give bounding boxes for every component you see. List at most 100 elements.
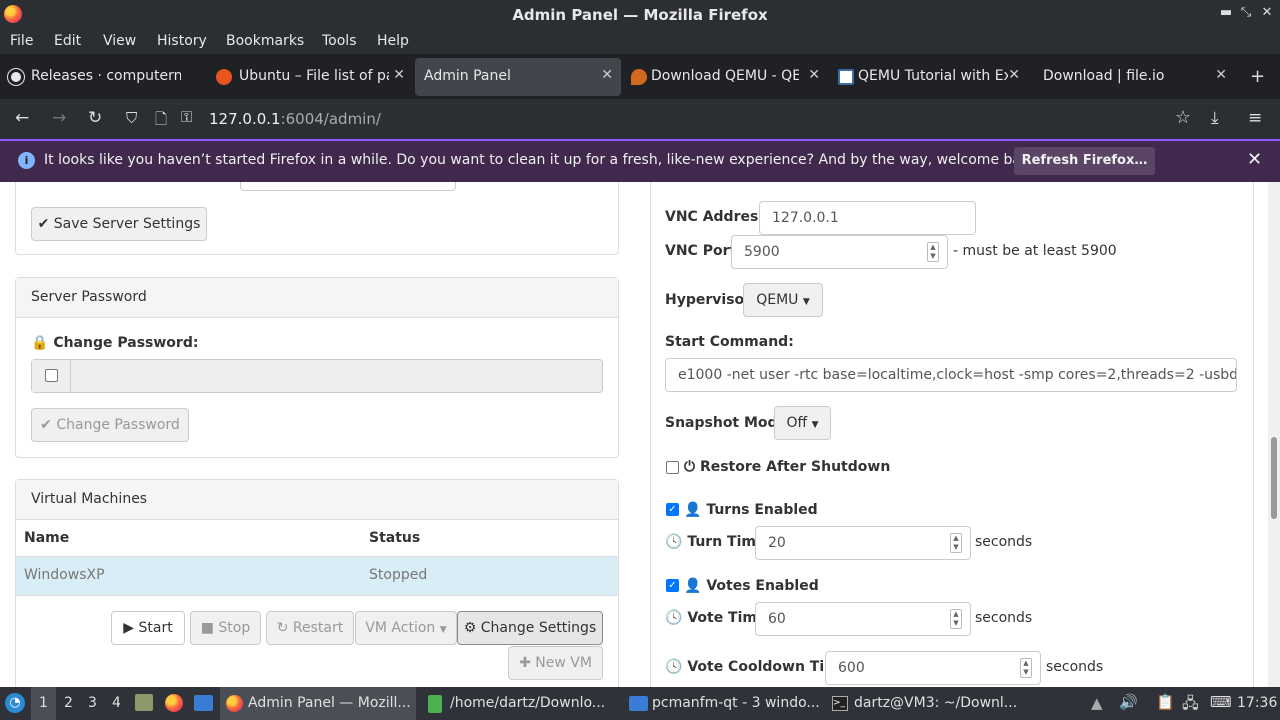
votes-enabled-checkbox[interactable]: ✓ [666, 579, 679, 592]
close-notification-icon[interactable]: ✕ [1247, 149, 1262, 170]
server-password-panel: Server Password 🔒 Change Password: ✔ Cha… [15, 277, 619, 458]
menu-edit[interactable]: Edit [54, 33, 81, 49]
minimize-icon[interactable]: ▬ [1218, 5, 1234, 23]
close-tab-icon[interactable]: ✕ [1215, 67, 1227, 83]
hypervisor-dropdown[interactable]: QEMU ▼ [743, 283, 823, 317]
vote-time-unit: seconds [975, 610, 1033, 626]
tray-up-icon[interactable]: ▲ [1091, 694, 1103, 712]
turns-enabled-checkbox[interactable]: ✓ [666, 503, 679, 516]
tab-qemu-tutorial[interactable]: QEMU Tutorial with Exa ✕ [830, 58, 1028, 96]
bookmark-star-icon[interactable]: ☆ [1175, 107, 1191, 128]
menu-file[interactable]: File [10, 33, 33, 49]
close-window-icon[interactable]: ✕ [1259, 5, 1275, 23]
workspace-2[interactable]: 2 [64, 695, 73, 711]
close-tab-icon[interactable]: ✕ [808, 67, 820, 83]
taskbar-item-terminal-folder[interactable]: /home/dartz/Downlo... [422, 687, 618, 720]
tab-releases[interactable]: Releases · computernewb/c [0, 58, 206, 96]
turn-time-unit: seconds [975, 534, 1033, 550]
page-info-icon[interactable]: 🗋 [155, 109, 167, 134]
restore-after-shutdown-label: ⏻ Restore After Shutdown [684, 459, 891, 475]
spinner-icon[interactable]: ▲ ▼ [950, 609, 962, 629]
vote-cooldown-input[interactable]: 600 ▲ ▼ [825, 651, 1041, 685]
tab-ubuntu[interactable]: Ubuntu – File list of pac ✕ [208, 58, 413, 96]
user-icon: 👤 [684, 502, 702, 518]
tab-fileio[interactable]: Download | file.io ✕ [1030, 58, 1235, 96]
vnc-address-label: VNC Address: [665, 209, 773, 225]
window-title: Admin Panel — Mozilla Firefox [512, 6, 768, 24]
show-password-checkbox[interactable] [45, 369, 58, 382]
show-desktop-icon[interactable] [135, 694, 153, 711]
volume-icon[interactable]: 🔊 [1119, 693, 1138, 711]
close-tab-icon[interactable]: ✕ [601, 67, 613, 83]
info-icon: i [18, 152, 35, 169]
vote-time-input[interactable]: 60 ▲ ▼ [755, 602, 971, 636]
restore-after-shutdown-checkbox[interactable] [666, 461, 679, 474]
save-server-settings-button[interactable]: ✔ Save Server Settings [31, 207, 207, 241]
menu-view[interactable]: View [103, 33, 136, 49]
file-manager-launcher-icon[interactable] [194, 695, 213, 711]
terminal-icon: >_ [832, 696, 848, 711]
stop-icon: ■ [200, 620, 214, 636]
restore-icon[interactable]: ⤡ [1238, 5, 1254, 23]
new-vm-button[interactable]: ✚ New VM [508, 646, 603, 680]
snapshot-mode-dropdown[interactable]: Off ▼ [774, 406, 831, 440]
change-password-button[interactable]: ✔ Change Password [31, 408, 189, 442]
tab-qemu-download[interactable]: Download QEMU - QEMU ✕ [623, 58, 828, 96]
clock[interactable]: 17:36 [1237, 695, 1277, 711]
keyboard-icon[interactable]: ⌨ [1210, 693, 1232, 711]
start-button[interactable]: ▶ Start [111, 611, 185, 645]
refresh-firefox-button[interactable]: Refresh Firefox… [1014, 147, 1155, 175]
menu-bookmarks[interactable]: Bookmarks [226, 33, 304, 49]
spinner-icon[interactable]: ▲ ▼ [927, 242, 939, 262]
page-scrollbar[interactable] [1268, 182, 1280, 687]
workspace-4[interactable]: 4 [112, 695, 121, 711]
forward-icon[interactable]: → [52, 108, 66, 128]
votes-enabled-label: 👤 Votes Enabled [684, 578, 819, 594]
menu-tools[interactable]: Tools [322, 33, 357, 49]
url-bar[interactable]: ⛉ 🗋 ⚿ 127.0.0.1:6004/admin/ ☆ [118, 103, 1200, 135]
new-tab-icon[interactable]: + [1250, 66, 1265, 87]
close-tab-icon[interactable]: ✕ [1008, 67, 1020, 83]
workspace-1[interactable]: 1 [31, 687, 56, 720]
server-settings-panel: ✔ Save Server Settings [15, 182, 619, 255]
turn-time-input[interactable]: 20 ▲ ▼ [755, 526, 971, 560]
spinner-icon[interactable]: ▲ ▼ [950, 533, 962, 553]
tab-admin-panel[interactable]: Admin Panel ✕ [415, 58, 621, 96]
stop-button[interactable]: ■ Stop [190, 611, 261, 645]
panel-heading: Virtual Machines [16, 480, 618, 520]
table-row[interactable]: WindowsXP Stopped [16, 557, 618, 595]
hamburger-menu-icon[interactable]: ≡ [1248, 108, 1262, 128]
restart-button[interactable]: ↻ Restart [266, 611, 354, 645]
start-command-input[interactable]: e1000 -net user -rtc base=localtime,cloc… [665, 358, 1237, 392]
workspace-3[interactable]: 3 [88, 695, 97, 711]
play-icon: ▶ [123, 620, 135, 636]
power-icon: ⏻ [684, 459, 696, 475]
clipboard-icon[interactable]: 📋 [1156, 693, 1175, 711]
network-icon[interactable]: 🖧 [1182, 693, 1199, 718]
taskbar-item-firefox[interactable]: Admin Panel — Mozill... [220, 687, 416, 720]
server-setting-input[interactable] [240, 182, 456, 191]
url-text[interactable]: 127.0.0.1:6004/admin/ [209, 110, 381, 128]
shield-icon[interactable]: ⛉ [126, 109, 137, 127]
clock-icon: 🕓 [665, 534, 683, 550]
spinner-icon[interactable]: ▲ ▼ [1020, 658, 1032, 678]
vnc-port-input[interactable]: 5900 ▲ ▼ [731, 235, 948, 269]
menu-help[interactable]: Help [377, 33, 409, 49]
scrollbar-thumb[interactable] [1271, 437, 1277, 519]
vm-action-dropdown[interactable]: VM Action ▼ [355, 611, 457, 645]
close-tab-icon[interactable]: ✕ [393, 67, 405, 83]
taskbar-item-terminal[interactable]: >_ dartz@VM3: ~/Downl... [826, 687, 1022, 720]
vnc-address-input[interactable]: 127.0.0.1 [759, 201, 976, 235]
plus-icon: ✚ [519, 655, 531, 671]
folder-icon [629, 696, 648, 711]
reload-icon[interactable]: ↻ [88, 108, 102, 128]
key-icon[interactable]: ⚿ [181, 108, 192, 126]
start-menu-icon[interactable]: ◔ [5, 693, 25, 713]
change-settings-button[interactable]: ⚙ Change Settings [457, 611, 603, 645]
taskbar-item-pcmanfm[interactable]: pcmanfm-qt - 3 windo... [624, 687, 820, 720]
back-icon[interactable]: ← [15, 108, 29, 128]
firefox-launcher-icon[interactable] [165, 694, 183, 712]
caret-down-icon: ▼ [811, 420, 819, 430]
downloads-icon[interactable]: ⤓ [1211, 108, 1219, 128]
menu-history[interactable]: History [157, 33, 207, 49]
